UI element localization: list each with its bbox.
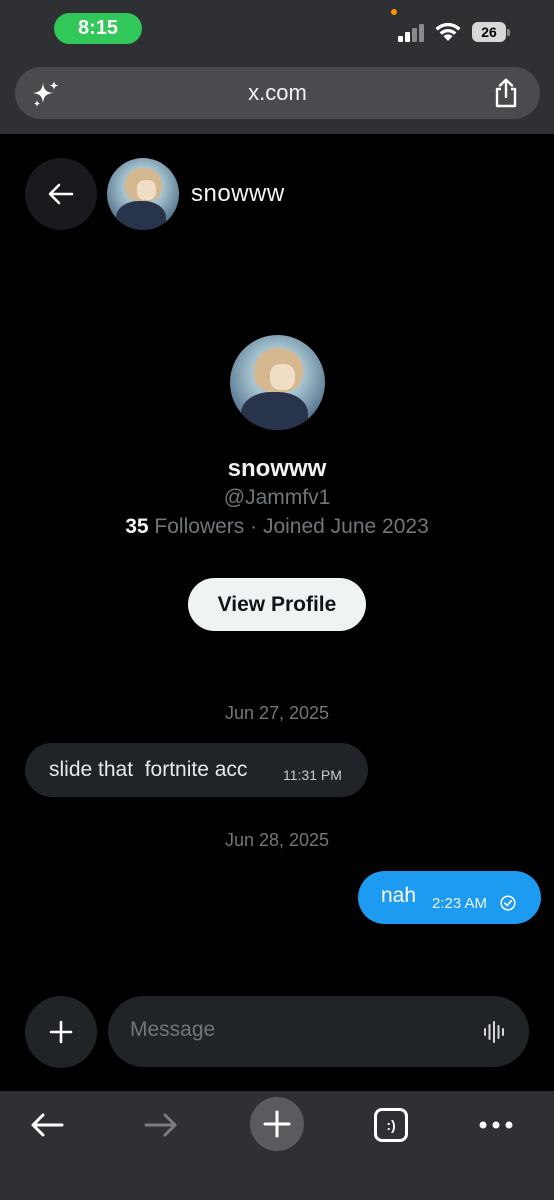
wifi-icon bbox=[434, 20, 462, 42]
battery-icon: 26 bbox=[472, 22, 510, 42]
back-button[interactable] bbox=[25, 158, 97, 230]
view-profile-button[interactable]: View Profile bbox=[188, 578, 366, 631]
profile-avatar[interactable] bbox=[230, 335, 325, 430]
incoming-message[interactable]: slide that fortnite acc 11:31 PM bbox=[25, 743, 368, 797]
header-avatar[interactable] bbox=[107, 158, 179, 230]
address-bar[interactable]: x.com bbox=[15, 67, 540, 119]
message-composer bbox=[108, 996, 529, 1067]
browser-toolbar: :) bbox=[0, 1091, 554, 1200]
message-input[interactable] bbox=[130, 1010, 460, 1050]
attach-button[interactable] bbox=[25, 996, 97, 1068]
date-separator: Jun 27, 2025 bbox=[224, 703, 330, 723]
message-time: 11:31 PM bbox=[283, 767, 342, 783]
plus-icon bbox=[49, 1020, 73, 1044]
voice-wave-icon[interactable] bbox=[482, 1020, 506, 1044]
mic-indicator-dot bbox=[391, 9, 397, 15]
plus-icon bbox=[263, 1110, 291, 1138]
new-tab-button[interactable] bbox=[250, 1097, 304, 1151]
more-icon bbox=[479, 1121, 513, 1129]
header-name[interactable]: snowww bbox=[191, 180, 285, 208]
message-text: slide that fortnite acc bbox=[49, 758, 248, 781]
battery-level: 26 bbox=[481, 24, 497, 40]
status-time: 8:15 bbox=[54, 13, 142, 44]
profile-meta: 35 Followers · Joined June 2023 bbox=[0, 515, 554, 539]
joined-date: · Joined June 2023 bbox=[250, 515, 429, 538]
check-circle-icon bbox=[500, 895, 516, 911]
followers-count: 35 bbox=[125, 515, 149, 538]
browser-back-button[interactable] bbox=[19, 1099, 75, 1151]
cellular-signal-icon bbox=[398, 24, 428, 42]
tabs-button[interactable]: :) bbox=[363, 1099, 419, 1151]
share-icon[interactable] bbox=[492, 78, 520, 108]
more-menu-button[interactable] bbox=[468, 1099, 524, 1151]
url-text: x.com bbox=[248, 80, 307, 105]
message-text: nah bbox=[381, 884, 417, 907]
status-bar: 8:15 26 bbox=[0, 0, 554, 60]
profile-handle: @Jammfv1 bbox=[223, 486, 331, 509]
outgoing-message[interactable]: nah 2:23 AM bbox=[358, 871, 541, 924]
profile-name: snowww bbox=[227, 455, 327, 482]
browser-address-area: x.com bbox=[0, 60, 554, 134]
message-time: 2:23 AM bbox=[432, 895, 488, 912]
browser-forward-button[interactable] bbox=[133, 1099, 189, 1151]
tabs-icon: :) bbox=[374, 1108, 408, 1142]
back-arrow-icon bbox=[48, 183, 74, 205]
forward-arrow-icon bbox=[144, 1112, 178, 1138]
date-separator: Jun 28, 2025 bbox=[224, 830, 330, 850]
back-arrow-icon bbox=[30, 1112, 64, 1138]
followers-label: Followers bbox=[154, 515, 245, 538]
